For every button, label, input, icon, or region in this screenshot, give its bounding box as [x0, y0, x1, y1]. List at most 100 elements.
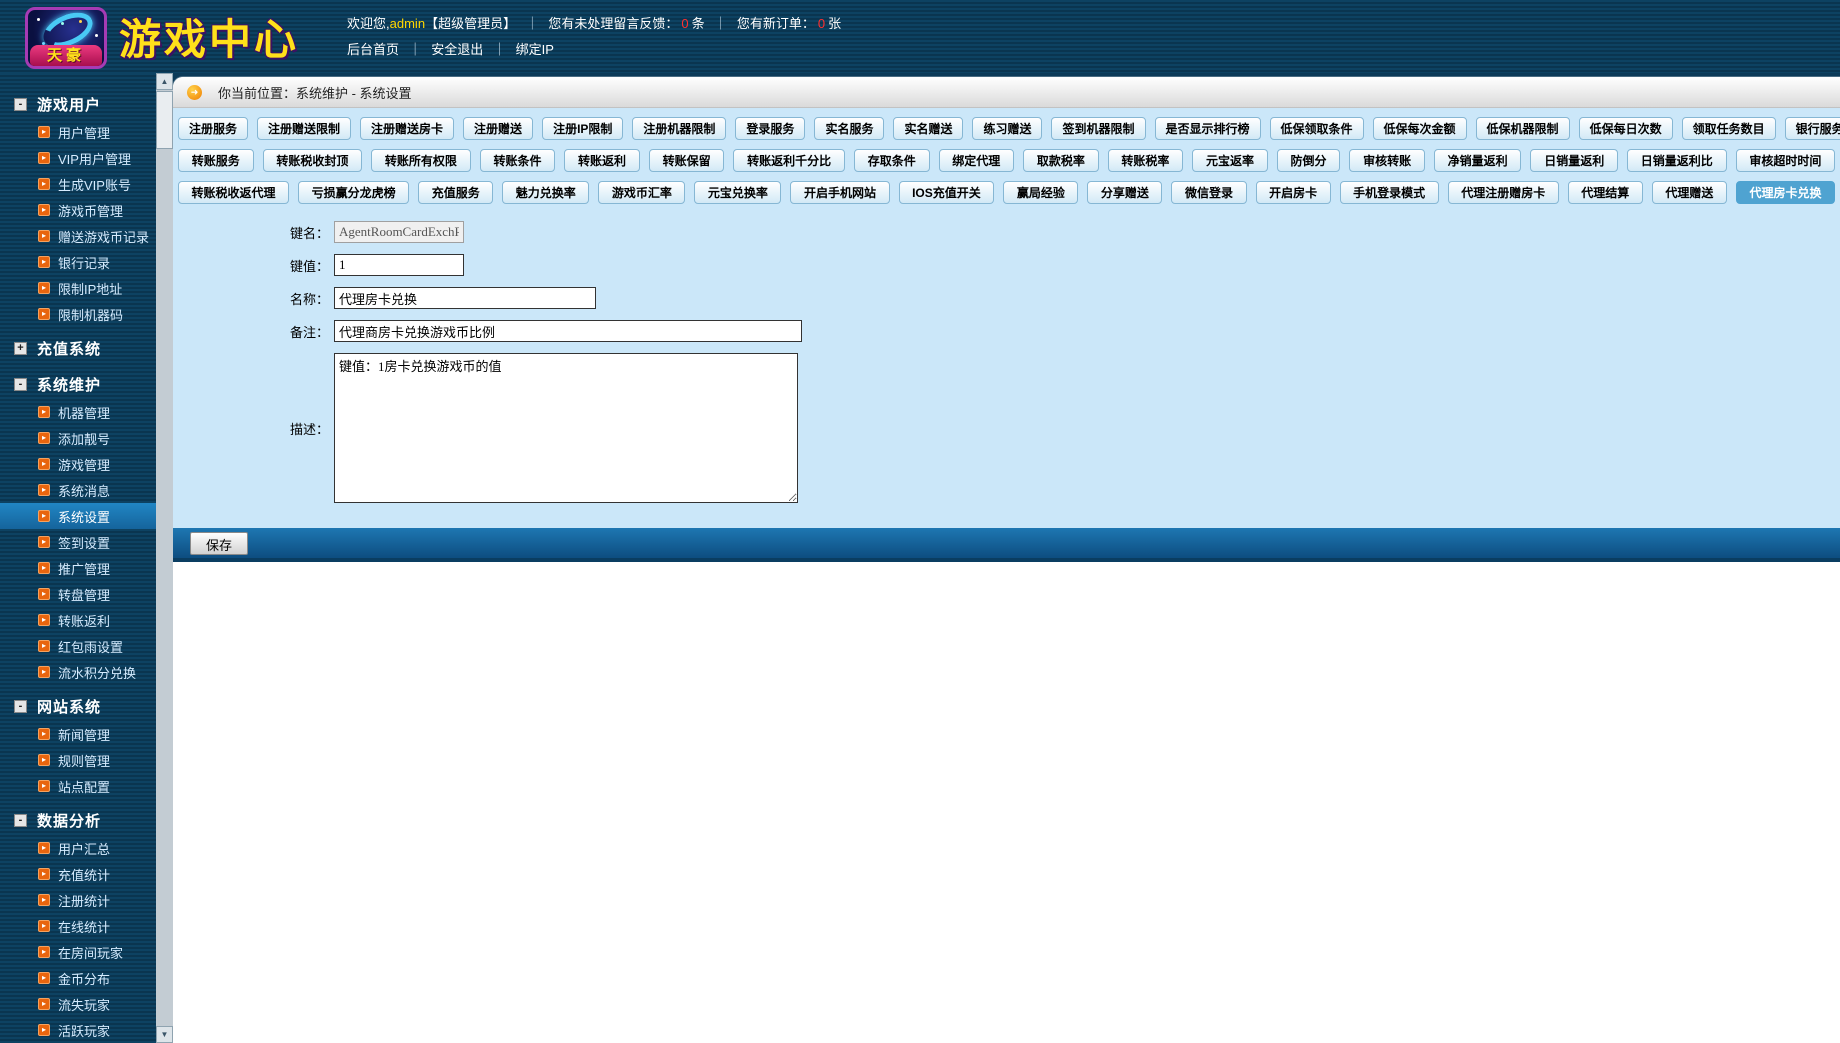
tab-button[interactable]: 代理注册赠房卡 [1447, 181, 1559, 204]
expand-icon[interactable]: + [14, 341, 27, 355]
tab-button[interactable]: 微信登录 [1171, 181, 1247, 204]
sidebar-item[interactable]: ▸ 流水积分兑换 [0, 659, 156, 685]
scroll-up-icon[interactable]: ▲ [156, 73, 173, 90]
tab-button[interactable]: 转账返利千分比 [733, 149, 845, 172]
tab-button[interactable]: 审核超时时间 [1735, 149, 1836, 172]
tab-button[interactable]: IOS充值开关 [898, 181, 995, 204]
tab-button[interactable]: 低保机器限制 [1475, 117, 1570, 140]
tab-button[interactable]: 代理赠送 [1651, 181, 1727, 204]
tab-button[interactable]: 分享赠送 [1087, 181, 1163, 204]
sidebar-item[interactable]: ▸ 生成VIP账号 [0, 171, 156, 197]
tab-button[interactable]: 开启房卡 [1255, 181, 1331, 204]
tab-button[interactable]: 注册赠送 [463, 117, 534, 140]
tab-button[interactable]: 注册IP限制 [542, 117, 624, 140]
keyvalue-input[interactable] [334, 254, 464, 276]
sidebar-section[interactable]: - 系统维护 [0, 369, 156, 399]
tab-button[interactable]: 注册赠送限制 [257, 117, 352, 140]
sidebar-item[interactable]: ▸ 系统消息 [0, 477, 156, 503]
tab-button[interactable]: 净销量返利 [1433, 149, 1522, 172]
save-button[interactable]: 保存 [190, 531, 249, 555]
scroll-down-icon[interactable]: ▼ [156, 1026, 173, 1043]
tab-button[interactable]: 游戏币汇率 [598, 181, 686, 204]
name-input[interactable] [334, 287, 596, 309]
link-safe-logout[interactable]: 安全退出 [431, 42, 483, 57]
sidebar-item[interactable]: ▸ 在房间玩家 [0, 939, 156, 965]
tab-button[interactable]: 转账税率 [1107, 149, 1184, 172]
sidebar-item[interactable]: ▸ 金币分布 [0, 965, 156, 991]
link-bind-ip[interactable]: 绑定IP [516, 42, 554, 57]
tab-button[interactable]: 赢局经验 [1003, 181, 1079, 204]
collapse-icon[interactable]: - [14, 377, 27, 391]
tab-button[interactable]: 充值服务 [418, 181, 494, 204]
tab-button[interactable]: 元宝返率 [1192, 149, 1268, 172]
sidebar-item[interactable]: ▸ 规则管理 [0, 747, 156, 773]
sidebar-item[interactable]: ▸ 用户汇总 [0, 835, 156, 861]
tab-button[interactable]: 魅力兑换率 [502, 181, 590, 204]
tab-button[interactable]: 转账服务 [178, 149, 254, 172]
sidebar-item[interactable]: ▸ 红包雨设置 [0, 633, 156, 659]
sidebar-item[interactable]: ▸ 赠送游戏币记录 [0, 223, 156, 249]
tab-button[interactable]: 转账所有权限 [371, 149, 471, 172]
sidebar-item[interactable]: ▸ VIP用户管理 [0, 145, 156, 171]
tab-button[interactable]: 转账条件 [479, 149, 556, 172]
tab-button[interactable]: 手机登录模式 [1339, 181, 1439, 204]
tab-button[interactable]: 转账返利 [564, 149, 640, 172]
tab-button[interactable]: 低保领取条件 [1269, 117, 1364, 140]
tab-button[interactable]: 元宝兑换率 [694, 181, 782, 204]
sidebar-item[interactable]: ▸ 流失玩家 [0, 991, 156, 1017]
sidebar-item[interactable]: ▸ 限制IP地址 [0, 275, 156, 301]
tab-button[interactable]: 银行服务 [1784, 117, 1840, 140]
tab-button[interactable]: 审核转账 [1349, 149, 1425, 172]
tab-button[interactable]: 转账保留 [648, 149, 725, 172]
tab-button[interactable]: 日销量返利 [1530, 149, 1618, 172]
tab-button[interactable]: 存取条件 [853, 149, 930, 172]
sidebar-section[interactable]: - 网站系统 [0, 691, 156, 721]
tab-button[interactable]: 代理结算 [1567, 181, 1643, 204]
link-backend-home[interactable]: 后台首页 [347, 42, 399, 57]
sidebar-item[interactable]: ▸ 添加靓号 [0, 425, 156, 451]
sidebar-item[interactable]: ▸ 注册统计 [0, 887, 156, 913]
collapse-icon[interactable]: - [14, 97, 27, 111]
sidebar-item[interactable]: ▸ 机器管理 [0, 399, 156, 425]
sidebar-item[interactable]: ▸ 站点配置 [0, 773, 156, 799]
sidebar-item[interactable]: ▸ 充值统计 [0, 861, 156, 887]
sidebar-item[interactable]: ▸ 用户管理 [0, 119, 156, 145]
tab-button[interactable]: 低保每次金额 [1372, 117, 1467, 140]
collapse-icon[interactable]: - [14, 813, 27, 827]
sidebar-item[interactable]: ▸ 游戏币管理 [0, 197, 156, 223]
tab-button[interactable]: 亏损赢分龙虎榜 [298, 181, 410, 204]
collapse-icon[interactable]: - [14, 699, 27, 713]
tab-button[interactable]: 防倒分 [1276, 149, 1341, 172]
tab-button[interactable]: 低保每日次数 [1578, 117, 1673, 140]
sidebar-item[interactable]: ▸ 银行记录 [0, 249, 156, 275]
sidebar-item[interactable]: ▸ 转盘管理 [0, 581, 156, 607]
tab-button[interactable]: 开启手机网站 [790, 181, 890, 204]
tab-button[interactable]: 领取任务数目 [1681, 117, 1776, 140]
sidebar-item[interactable]: ▸ 推广管理 [0, 555, 156, 581]
tab-button[interactable]: 注册机器限制 [632, 117, 727, 140]
tab-button[interactable]: 绑定代理 [938, 149, 1015, 172]
sidebar-item[interactable]: ▸ 新闻管理 [0, 721, 156, 747]
remark-input[interactable] [334, 320, 802, 342]
tab-button[interactable]: 登录服务 [735, 117, 806, 140]
scroll-thumb[interactable] [156, 91, 173, 149]
tab-button[interactable]: 练习赠送 [972, 117, 1043, 140]
sidebar-item[interactable]: ▸ 活跃玩家 [0, 1017, 156, 1043]
tab-button[interactable]: 取款税率 [1023, 149, 1099, 172]
tab-button[interactable]: 注册服务 [178, 117, 249, 140]
sidebar-item[interactable]: ▸ 限制机器码 [0, 301, 156, 327]
tab-button[interactable]: 实名赠送 [893, 117, 964, 140]
sidebar-section[interactable]: - 数据分析 [0, 805, 156, 835]
tab-button[interactable]: 日销量返利比 [1627, 149, 1727, 172]
tab-button[interactable]: 签到机器限制 [1051, 117, 1146, 140]
tab-button-active[interactable]: 代理房卡兑换 [1735, 181, 1835, 204]
sidebar-scrollbar[interactable]: ▲ ▼ [156, 73, 173, 1043]
sidebar-item[interactable]: ▸ 在线统计 [0, 913, 156, 939]
sidebar-item[interactable]: ▸ 转账返利 [0, 607, 156, 633]
sidebar-item[interactable]: ▸ 游戏管理 [0, 451, 156, 477]
sidebar-section[interactable]: - 游戏用户 [0, 89, 156, 119]
sidebar-item[interactable]: ▸ 系统设置 [0, 503, 156, 529]
tab-button[interactable]: 转账税收返代理 [178, 181, 290, 204]
tab-button[interactable]: 是否显示排行榜 [1154, 117, 1261, 140]
tab-button[interactable]: 实名服务 [814, 117, 885, 140]
